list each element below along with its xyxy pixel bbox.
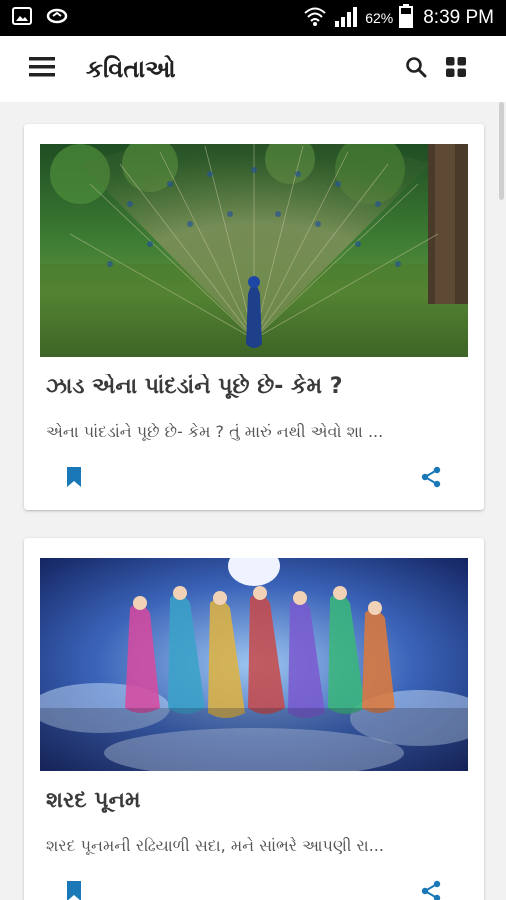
bookmark-icon [66,467,82,491]
image-notification-icon [12,6,32,30]
share-icon [421,880,441,900]
bookmark-button[interactable] [62,878,86,900]
share-button[interactable] [418,464,444,494]
grid-view-button[interactable] [438,49,474,89]
status-bar-left [0,6,68,30]
battery-icon [399,3,414,33]
poem-excerpt: એના પાંદડાંને પૂછે છે- કેમ ? તું મારું ન… [46,422,384,441]
bookmark-icon [66,881,82,900]
poem-list[interactable]: ઝાડ એના પાંદડાંને પૂછે છે- કેમ ? એના પાં… [0,102,506,900]
clock: 8:39 PM [423,7,494,28]
watch-notification-icon [46,8,68,29]
peacock-photo[interactable] [40,144,468,357]
bookmark-button[interactable] [62,464,86,494]
grid-view-icon [445,56,467,82]
share-button[interactable] [418,878,444,900]
scrollbar[interactable] [499,102,504,200]
status-bar: 62% 8:39 PM [0,0,506,36]
card-actions [24,874,484,900]
hamburger-menu-icon [29,56,55,82]
menu-button[interactable] [22,49,62,89]
status-bar-right: 62% 8:39 PM [303,3,506,33]
app-screen: 62% 8:39 PM કવિતાઓ ઝાડ એના પાંદડાંને પૂછ… [0,0,506,900]
page-title: કવિતાઓ [86,55,176,83]
poem-excerpt: શરદ પૂનમની રઢિયાળી સદા, મને સાંભરે આપણી … [46,836,384,855]
poem-card[interactable]: ઝાડ એના પાંદડાંને પૂછે છે- કેમ ? એના પાં… [24,124,484,510]
poem-card[interactable]: શરદ પૂનમ શરદ પૂનમની રઢિયાળી સદા, મને સાં… [24,538,484,900]
poem-title[interactable]: ઝાડ એના પાંદડાંને પૂછે છે- કેમ ? [46,374,466,399]
garba-dance-painting[interactable] [40,558,468,771]
wifi-icon [303,5,327,32]
search-button[interactable] [398,49,434,89]
app-toolbar: કવિતાઓ [0,36,506,102]
signal-icon [333,5,359,32]
poem-title[interactable]: શરદ પૂનમ [46,788,466,813]
card-actions [24,460,484,500]
search-icon [405,56,427,82]
share-icon [421,466,441,492]
battery-percentage: 62% [365,10,394,26]
